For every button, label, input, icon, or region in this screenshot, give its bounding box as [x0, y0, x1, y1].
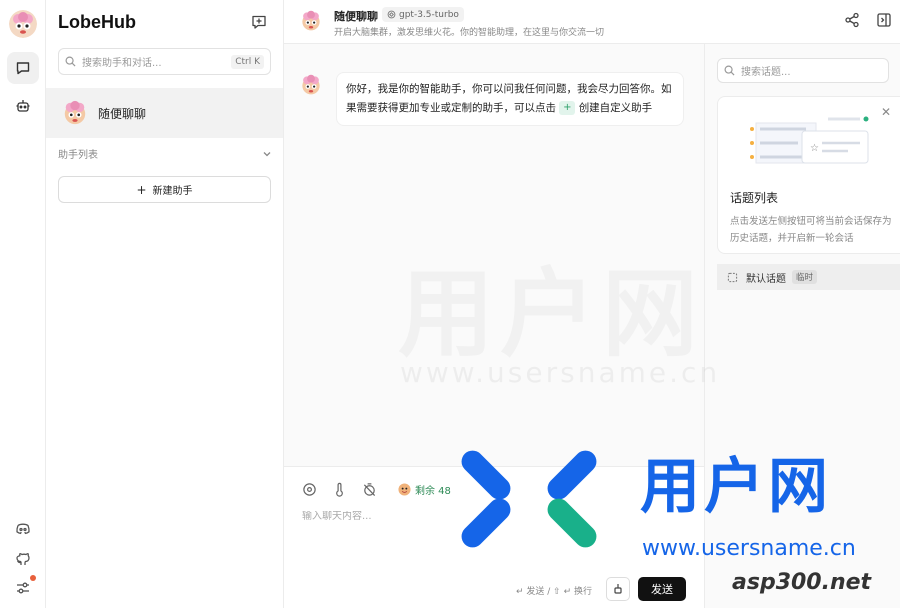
- session-search-placeholder: 搜索助手和对话...: [82, 58, 162, 69]
- history-limit-button[interactable]: [360, 480, 378, 498]
- guide-title: 话题列表: [730, 191, 779, 205]
- inline-plus-icon: +: [559, 101, 576, 115]
- svg-text:☆: ☆: [810, 143, 819, 154]
- assistant-group-header[interactable]: 助手列表: [58, 146, 272, 161]
- settings-button[interactable]: [7, 572, 39, 604]
- share-button[interactable]: [844, 12, 860, 31]
- chat-bubble-icon: [16, 62, 30, 75]
- thermometer-icon: [335, 482, 343, 497]
- panel-toggle-icon: [877, 13, 891, 27]
- watermark-logo-sub: asp300.net: [732, 570, 872, 595]
- message-row: 你好，我是你的智能助手，你可以问我任何问题，我会尽力回答你。如果需要获得更加专业…: [300, 72, 684, 126]
- topic-icon: [727, 272, 738, 282]
- new-assistant-button[interactable]: + 新建助手: [58, 176, 271, 203]
- search-icon: [65, 56, 76, 67]
- model-settings-button[interactable]: [300, 480, 318, 498]
- chat-header: 随便聊聊 gpt-3.5-turbo 开启大脑集群，激发思维火花。你的智能助理，…: [284, 0, 900, 44]
- plus-icon: +: [136, 182, 147, 197]
- toggle-topic-panel-button[interactable]: [876, 12, 892, 31]
- model-name: gpt-3.5-turbo: [399, 9, 459, 20]
- session-avatar: [64, 100, 86, 125]
- quota-emoji-icon: [398, 482, 411, 496]
- message-bubble: 你好，我是你的智能助手，你可以问我任何问题，我会尽力回答你。如果需要获得更加专业…: [336, 72, 684, 126]
- openai-icon: [387, 10, 396, 19]
- discord-button[interactable]: [7, 513, 39, 545]
- search-shortcut-badge: Ctrl K: [231, 54, 264, 69]
- input-toolbar: 剩余 48: [300, 479, 457, 499]
- topic-guide-card: ✕ ☆ 话题列表 点击发送左侧按钮可将当前会话保存为历史话题，并开启新一轮会话: [717, 96, 900, 254]
- watermark-brand-text: 用户网: [640, 452, 832, 522]
- topic-search[interactable]: 搜索话题...: [717, 58, 889, 83]
- watermark-text: 用户网: [398, 236, 704, 375]
- new-assistant-label: 新建助手: [152, 186, 193, 197]
- watermark-url: www.usersname.cn: [400, 356, 721, 389]
- assistant-avatar[interactable]: [300, 10, 322, 32]
- chat-tab[interactable]: [7, 52, 39, 84]
- sliders-icon: [17, 582, 29, 594]
- timer-off-icon: [363, 482, 375, 496]
- brand-logo-mark: [461, 450, 597, 548]
- watermark-logo-url: www.usersname.cn: [642, 536, 856, 561]
- session-item[interactable]: 随便聊聊: [46, 88, 283, 138]
- notification-dot: [30, 575, 36, 581]
- message-text-tail: 创建自定义助手: [578, 102, 653, 114]
- nav-rail: [0, 0, 46, 608]
- temporary-badge: 临时: [792, 270, 818, 284]
- assistant-market-tab[interactable]: [7, 90, 39, 122]
- group-label: 助手列表: [58, 150, 98, 161]
- new-message-icon: [252, 15, 266, 29]
- chat-title: 随便聊聊: [334, 10, 378, 23]
- discord-icon: [16, 523, 30, 535]
- session-name: 随便聊聊: [98, 106, 147, 121]
- model-tag[interactable]: gpt-3.5-turbo: [382, 7, 464, 22]
- default-topic-item[interactable]: 默认话题 临时: [717, 264, 900, 290]
- temperature-button[interactable]: [330, 480, 348, 498]
- session-search[interactable]: 搜索助手和对话... Ctrl K: [58, 48, 271, 75]
- watermark-logo: 用户网 www.usersname.cn asp300.net: [442, 432, 900, 608]
- topic-search-placeholder: 搜索话题...: [741, 67, 791, 78]
- brand-title: LobeHub: [58, 12, 136, 32]
- brain-icon: [302, 482, 316, 496]
- message-avatar[interactable]: [300, 74, 322, 96]
- robot-icon: [16, 100, 30, 112]
- guide-description: 点击发送左侧按钮可将当前会话保存为历史话题，并开启新一轮会话: [730, 216, 892, 244]
- github-button[interactable]: [7, 543, 39, 575]
- chat-description: 开启大脑集群，激发思维火花。你的智能助理，在这里与你交流一切: [334, 28, 605, 38]
- new-chat-button[interactable]: [251, 14, 267, 33]
- search-icon: [724, 65, 735, 76]
- share-icon: [845, 12, 859, 28]
- github-icon: [16, 553, 30, 565]
- chevron-down-icon: [263, 151, 271, 156]
- session-sidebar: LobeHub 搜索助手和对话... Ctrl K 随便聊聊 助手列表 + 新建…: [46, 0, 284, 608]
- close-icon[interactable]: ✕: [881, 105, 891, 119]
- default-topic-label: 默认话题: [746, 273, 786, 285]
- topic-illustration: ☆: [746, 111, 876, 181]
- user-avatar[interactable]: [9, 10, 37, 38]
